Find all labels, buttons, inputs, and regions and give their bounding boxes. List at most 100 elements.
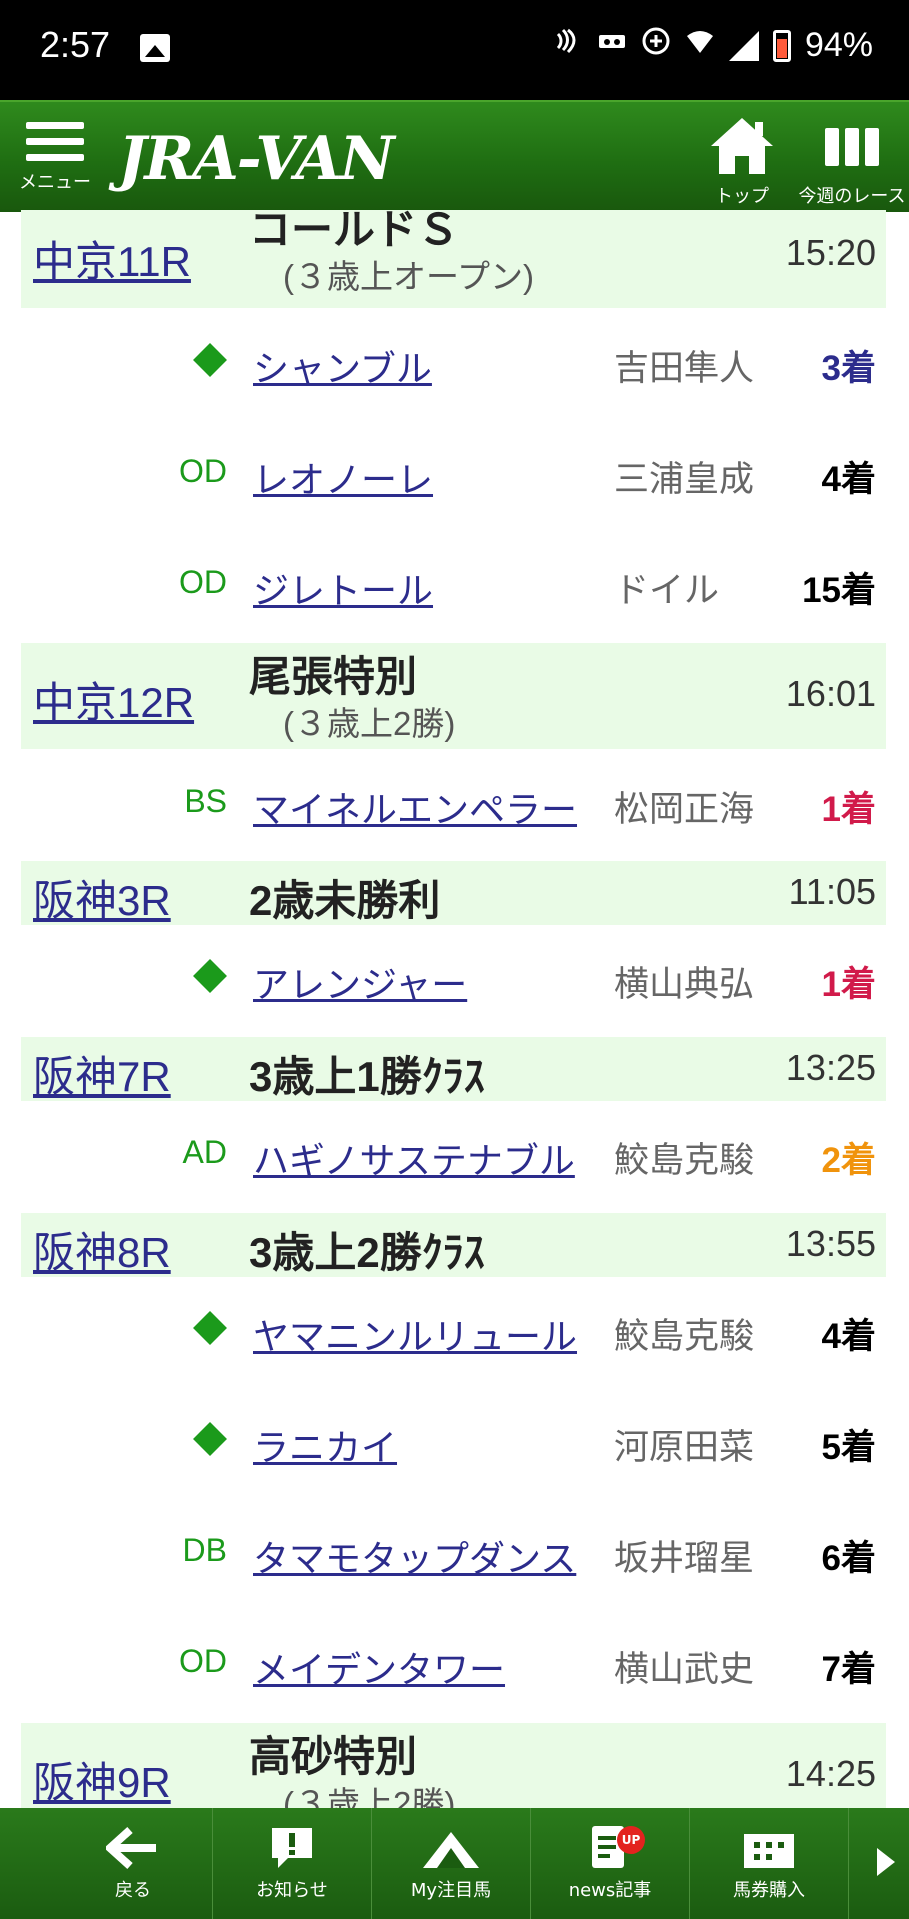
top-button[interactable]: トップ bbox=[700, 116, 784, 208]
horse-link[interactable]: ラニカイ bbox=[253, 1419, 397, 1471]
back-arrow-icon bbox=[106, 1827, 156, 1869]
horse-row: ヤマニンルリュール 鮫島克駿 4着 bbox=[0, 1298, 909, 1358]
horse-row: ラニカイ 河原田菜 5着 bbox=[0, 1409, 909, 1469]
horse-link[interactable]: アレンジャー bbox=[253, 956, 467, 1008]
horse-link[interactable]: タマモタップダンス bbox=[253, 1530, 576, 1582]
race-list: 中京11R コールドＳ (３歳上オープン) 15:20 シャンブル 吉田隼人 3… bbox=[0, 210, 909, 1808]
result-place: 5着 bbox=[821, 1428, 876, 1467]
menu-button[interactable]: メニュー bbox=[18, 116, 92, 202]
battery-icon bbox=[772, 29, 791, 62]
notice-icon bbox=[272, 1828, 312, 1868]
horse-link[interactable]: メイデンタワー bbox=[253, 1641, 505, 1693]
result-place: 4着 bbox=[821, 1317, 876, 1356]
horse-mark: BS bbox=[184, 783, 227, 819]
horse-link[interactable]: ハギノサステナブル bbox=[253, 1132, 575, 1184]
tab-label: My注目馬 bbox=[410, 1880, 492, 1901]
horse-row: OD ジレトール ドイル 15着 bbox=[0, 552, 909, 612]
horse-mark: OD bbox=[179, 453, 227, 489]
my-horse-icon bbox=[423, 1832, 479, 1868]
app-header: メニュー JRA-VAN トップ 今週のレース bbox=[0, 100, 909, 212]
jockey-name: 坂井瑠星 bbox=[614, 1539, 755, 1578]
race-header-hanshin-7r: 阪神7R 3歳上1勝ｸﾗｽ 13:25 bbox=[21, 1037, 886, 1101]
race-link[interactable]: 阪神9R bbox=[33, 1749, 171, 1808]
tab-label: news記事 bbox=[568, 1880, 652, 1901]
this-week-races-button[interactable]: 今週のレース bbox=[796, 116, 908, 208]
race-header-chukyo-12r: 中京12R 尾張特別 (３歳上2勝) 16:01 bbox=[21, 643, 886, 749]
ticket-icon bbox=[744, 1834, 794, 1868]
home-icon bbox=[711, 118, 773, 174]
result-place: 1着 bbox=[821, 965, 876, 1004]
race-header-chukyo-11r: 中京11R コールドＳ (３歳上オープン) 15:20 bbox=[21, 210, 886, 308]
nfc-icon bbox=[553, 26, 583, 65]
tab-label: お知らせ bbox=[256, 1880, 328, 1901]
horse-mark: DB bbox=[182, 1532, 227, 1568]
gallery-icon bbox=[140, 34, 170, 62]
jra-van-logo[interactable]: JRA-VAN bbox=[118, 124, 395, 194]
race-time: 13:55 bbox=[785, 1223, 876, 1264]
race-condition: (３歳上2勝) bbox=[283, 705, 456, 742]
up-badge: UP bbox=[617, 1826, 645, 1854]
diamond-mark-icon bbox=[193, 1311, 227, 1345]
horse-row: OD メイデンタワー 横山武史 7着 bbox=[0, 1631, 909, 1691]
horse-link[interactable]: シャンブル bbox=[253, 340, 432, 392]
result-place: 6着 bbox=[821, 1539, 876, 1578]
status-time: 2:57 bbox=[40, 24, 111, 65]
tab-notice[interactable]: お知らせ bbox=[213, 1808, 372, 1919]
tab-label: 戻る bbox=[115, 1880, 151, 1901]
horse-row: BS マイネルエンペラー 松岡正海 1着 bbox=[0, 771, 909, 831]
chevron-right-icon[interactable] bbox=[877, 1848, 895, 1876]
jockey-name: 三浦皇成 bbox=[614, 460, 755, 499]
jockey-name: 横山典弘 bbox=[614, 965, 755, 1004]
horse-row: DB タマモタップダンス 坂井瑠星 6着 bbox=[0, 1520, 909, 1580]
tab-news[interactable]: UP news記事 bbox=[531, 1808, 690, 1919]
race-condition: (３歳上オープン) bbox=[283, 258, 534, 295]
race-name: 高砂特別 bbox=[249, 1733, 418, 1780]
wifi-icon bbox=[685, 26, 715, 65]
race-link[interactable]: 中京12R bbox=[33, 669, 194, 730]
jockey-name: ドイル bbox=[614, 571, 720, 610]
vr-icon bbox=[597, 26, 627, 65]
race-link[interactable]: 阪神3R bbox=[33, 867, 171, 928]
race-time: 11:05 bbox=[788, 871, 876, 912]
result-place: 2着 bbox=[821, 1141, 876, 1180]
diamond-mark-icon bbox=[193, 959, 227, 993]
this-week-races-label: 今週のレース bbox=[798, 186, 906, 207]
horse-link[interactable]: マイネルエンペラー bbox=[253, 781, 577, 833]
tab-label: 馬券購入 bbox=[733, 1880, 805, 1901]
tab-back[interactable]: 戻る bbox=[54, 1808, 213, 1919]
horse-mark: OD bbox=[179, 564, 227, 600]
result-place: 15着 bbox=[802, 571, 876, 610]
race-header-hanshin-9r: 阪神9R 高砂特別 (３歳上2勝) 14:25 bbox=[21, 1723, 886, 1808]
tab-my-horse[interactable]: My注目馬 bbox=[372, 1808, 531, 1919]
race-name: 3歳上1勝ｸﾗｽ bbox=[249, 1053, 485, 1100]
data-saver-icon bbox=[641, 26, 671, 65]
horse-row: シャンブル 吉田隼人 3着 bbox=[0, 330, 909, 390]
horse-mark: OD bbox=[179, 1643, 227, 1679]
jockey-name: 鮫島克駿 bbox=[614, 1141, 755, 1180]
signal-icon bbox=[728, 30, 759, 61]
race-time: 14:25 bbox=[785, 1753, 876, 1794]
race-time: 16:01 bbox=[785, 673, 876, 714]
race-name: 2歳未勝利 bbox=[249, 877, 441, 924]
race-link[interactable]: 中京11R bbox=[33, 228, 191, 289]
result-place: 7着 bbox=[821, 1650, 876, 1689]
status-bar: 2:57 94% bbox=[0, 0, 909, 100]
horse-row: OD レオノーレ 三浦皇成 4着 bbox=[0, 441, 909, 501]
diamond-mark-icon bbox=[193, 1422, 227, 1456]
jockey-name: 吉田隼人 bbox=[614, 349, 755, 388]
race-link[interactable]: 阪神7R bbox=[33, 1043, 171, 1104]
jockey-name: 横山武史 bbox=[614, 1650, 755, 1689]
hamburger-icon bbox=[26, 122, 84, 129]
tab-buy-ticket[interactable]: 馬券購入 bbox=[690, 1808, 849, 1919]
diamond-mark-icon bbox=[193, 343, 227, 377]
horse-link[interactable]: ジレトール bbox=[253, 562, 433, 614]
race-condition: (３歳上2勝) bbox=[283, 1785, 456, 1808]
jockey-name: 鮫島克駿 bbox=[614, 1317, 755, 1356]
race-name: 3歳上2勝ｸﾗｽ bbox=[249, 1229, 485, 1276]
race-link[interactable]: 阪神8R bbox=[33, 1219, 171, 1280]
race-name: 尾張特別 bbox=[249, 653, 418, 700]
horse-link[interactable]: レオノーレ bbox=[253, 451, 433, 503]
race-header-hanshin-8r: 阪神8R 3歳上2勝ｸﾗｽ 13:55 bbox=[21, 1213, 886, 1277]
horse-link[interactable]: ヤマニンルリュール bbox=[253, 1308, 577, 1360]
horse-mark: AD bbox=[182, 1134, 227, 1170]
